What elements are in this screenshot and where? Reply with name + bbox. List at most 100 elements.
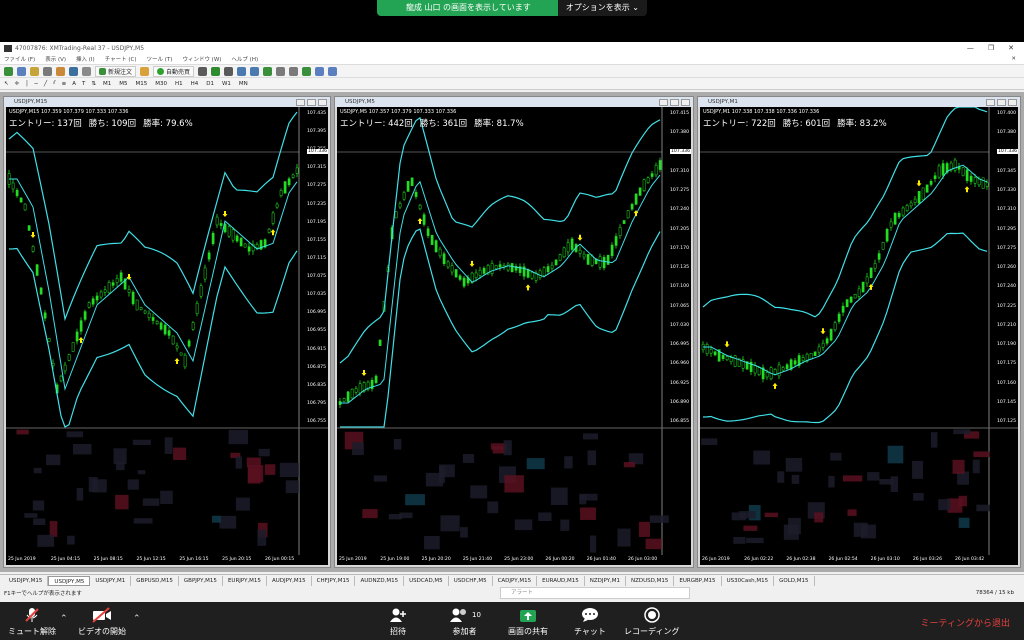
bar-chart-icon[interactable] (198, 66, 208, 76)
chart-tab[interactable]: CADJPY,M15 (493, 575, 538, 586)
timeframe-m15[interactable]: M15 (134, 81, 148, 87)
chart-tab[interactable]: USDCHF,M5 (449, 575, 493, 586)
chart-tab[interactable]: AUDNZD,M15 (355, 575, 405, 586)
menu-insert[interactable]: 挿入 (I) (76, 55, 95, 63)
horizontal-line-icon[interactable]: ─ (35, 81, 38, 87)
zoom-out-icon[interactable] (250, 66, 260, 76)
chart-tab[interactable]: NZDUSD,M15 (626, 575, 675, 586)
share-screen-button[interactable]: 画面の共有 (508, 606, 548, 637)
text-icon[interactable]: A (72, 81, 76, 87)
chart-tab[interactable]: GBPUSD,M15 (131, 575, 179, 586)
menu-window[interactable]: ウィンドウ (W) (182, 55, 221, 63)
chart-minimize-icon[interactable] (659, 98, 668, 106)
chart-close-icon[interactable] (318, 98, 327, 106)
metaeditor-icon[interactable] (140, 66, 150, 76)
autoscroll-icon[interactable] (276, 66, 286, 76)
chart-tab[interactable]: USDJPY,M5 (48, 575, 91, 586)
video-options-caret-icon[interactable]: ⌃ (133, 614, 141, 624)
candlestick-icon[interactable] (211, 66, 221, 76)
timeframe-m1[interactable]: M1 (102, 81, 112, 87)
cursor-icon[interactable]: ↖ (4, 81, 9, 87)
chart-tab[interactable]: AUDJPY,M15 (267, 575, 312, 586)
chart-window-m1[interactable]: USDJPY,M1 USDJPY,M1 107.338 107.338 107.… (697, 96, 1021, 568)
chart-close-icon[interactable] (681, 98, 690, 106)
periods-icon[interactable] (315, 66, 325, 76)
vertical-line-icon[interactable]: │ (25, 81, 28, 87)
invite-button[interactable]: 招待 (389, 606, 407, 637)
tester-icon[interactable] (82, 66, 91, 76)
chart-shift-icon[interactable] (289, 66, 299, 76)
chart-window-m5[interactable]: USDJPY,M5 USDJPY,M5 107.357 107.379 107.… (334, 96, 694, 568)
participants-button[interactable]: 10 参加者 (448, 606, 481, 637)
new-chart-icon[interactable] (4, 66, 13, 76)
chart-maximize-icon[interactable] (997, 98, 1006, 106)
view-options-button[interactable]: オプションを表示 ⌄ (557, 0, 647, 16)
chart-tab[interactable]: EURJPY,M15 (223, 575, 267, 586)
time-tick-label: 25 Jun 20:20 (421, 557, 451, 562)
record-button[interactable]: レコーディング (624, 606, 679, 637)
chart-tab[interactable]: US30Cash,M15 (722, 575, 775, 586)
chart-tab[interactable]: CHFJPY,M15 (312, 575, 356, 586)
timeframe-m30[interactable]: M30 (154, 81, 168, 87)
chart-tab[interactable]: EURGBP,M15 (674, 575, 722, 586)
equidistant-channel-icon[interactable]: ⫽ (53, 80, 55, 87)
chart-canvas[interactable]: USDJPY,M1 107.338 107.338 107.336 107.33… (700, 107, 1018, 565)
chart-tab[interactable]: EURAUD,M15 (537, 575, 585, 586)
menu-help[interactable]: ヘルプ (H) (231, 55, 258, 63)
chart-canvas[interactable]: USDJPY,M15 107.359 107.379 107.333 107.3… (6, 107, 328, 565)
arrows-icon[interactable]: ⇅ (91, 81, 96, 87)
chart-canvas[interactable]: USDJPY,M5 107.357 107.379 107.333 107.33… (337, 107, 691, 565)
data-window-icon[interactable] (43, 66, 52, 76)
zoom-in-icon[interactable] (237, 66, 247, 76)
new-order-button[interactable]: 新規注文 (95, 65, 137, 77)
chart-minimize-icon[interactable] (986, 98, 995, 106)
menu-chart[interactable]: チャート (C) (105, 55, 137, 63)
menu-view[interactable]: 表示 (V) (45, 55, 66, 63)
menu-file[interactable]: ファイル (F) (4, 55, 35, 63)
start-video-button[interactable]: ビデオの開始 (78, 606, 126, 637)
chart-tab[interactable]: USDCAD,M5 (404, 575, 449, 586)
terminal-icon[interactable] (69, 66, 78, 76)
chart-window-m15[interactable]: USDJPY,M15 USDJPY,M15 107.359 107.379 10… (3, 96, 331, 568)
price-tick-label: 107.195 (307, 219, 326, 225)
audio-options-caret-icon[interactable]: ⌃ (60, 614, 68, 624)
indicators-icon[interactable] (302, 66, 312, 76)
templates-icon[interactable] (328, 66, 338, 76)
line-chart-icon[interactable] (224, 66, 234, 76)
menu-tools[interactable]: ツール (T) (147, 55, 173, 63)
chart-tab[interactable]: USDJPY,M1 (90, 575, 132, 586)
chart-tab[interactable]: GOLD,M15 (774, 575, 815, 586)
leave-meeting-button[interactable]: ミーティングから退出 (921, 616, 1010, 629)
trendline-icon[interactable]: ╱ (44, 81, 47, 87)
market-watch-icon[interactable] (30, 66, 39, 76)
chart-tab[interactable]: NZDJPY,M1 (585, 575, 627, 586)
crosshair-icon[interactable]: ✛ (15, 81, 20, 87)
timeframe-m5[interactable]: M5 (118, 81, 128, 87)
timeframe-h4[interactable]: H4 (190, 81, 200, 87)
maximize-icon[interactable]: ❐ (988, 44, 994, 52)
text-label-icon[interactable]: T (82, 81, 85, 87)
timeframe-mn[interactable]: MN (238, 81, 249, 87)
timeframe-d1[interactable]: D1 (205, 81, 215, 87)
alert-popup[interactable]: アラート (500, 587, 690, 599)
chart-maximize-icon[interactable] (670, 98, 679, 106)
subwindow-blur-block (953, 429, 971, 435)
chart-maximize-icon[interactable] (307, 98, 316, 106)
auto-trade-button[interactable]: 自動売買 (153, 65, 195, 77)
profiles-icon[interactable] (17, 66, 26, 76)
minimize-icon[interactable]: — (967, 44, 974, 52)
unmute-button[interactable]: ミュート解除 (8, 606, 56, 637)
bollinger-band-middle (703, 164, 988, 376)
menu-close-icon[interactable]: ✕ (1011, 56, 1016, 62)
close-icon[interactable]: ✕ (1008, 44, 1014, 52)
chart-minimize-icon[interactable] (296, 98, 305, 106)
tile-windows-icon[interactable] (263, 66, 273, 76)
chart-tab[interactable]: GBPJPY,M15 (179, 575, 223, 586)
timeframe-w1[interactable]: W1 (221, 81, 232, 87)
chat-button[interactable]: チャット (574, 606, 606, 637)
chart-close-icon[interactable] (1008, 98, 1017, 106)
chart-tab[interactable]: USDJPY,M15 (4, 575, 49, 586)
navigator-icon[interactable] (56, 66, 65, 76)
fibonacci-icon[interactable]: ≡ (62, 81, 67, 87)
timeframe-h1[interactable]: H1 (174, 81, 184, 87)
